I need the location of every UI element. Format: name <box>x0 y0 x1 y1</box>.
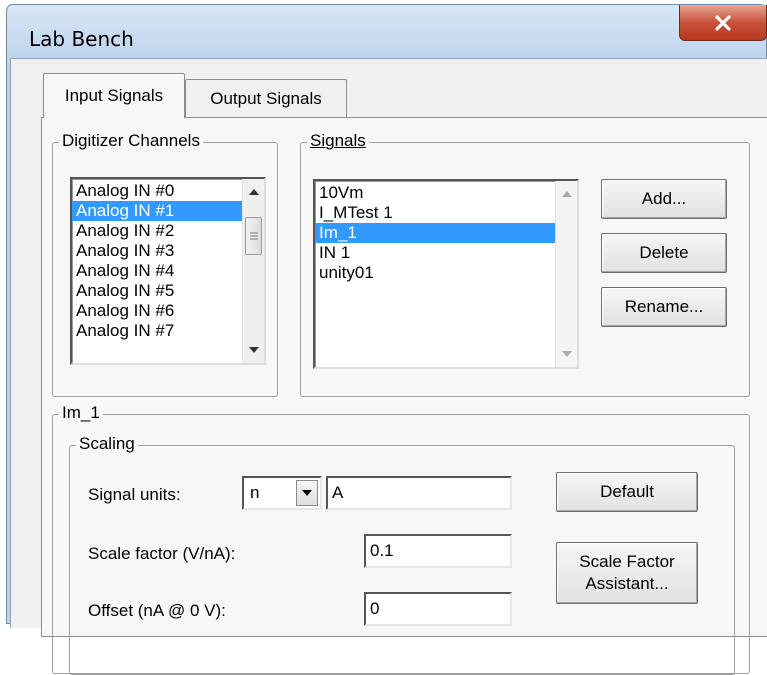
close-button[interactable] <box>679 5 767 41</box>
list-item-signal[interactable]: IN 1 <box>315 243 555 263</box>
signals-group: Signals 10Vm I_MTest 1 Im_1 IN 1 unity01 <box>300 131 750 397</box>
triangle-down-icon <box>562 351 572 357</box>
triangle-up-icon <box>249 189 259 195</box>
close-icon <box>715 14 731 31</box>
units-prefix-select[interactable]: n <box>242 476 322 510</box>
list-item-analog-in-7[interactable]: Analog IN #7 <box>72 321 242 341</box>
digitizer-scrollbar[interactable] <box>242 179 264 363</box>
list-item-signal[interactable]: 10Vm <box>315 183 555 203</box>
chevron-down-icon <box>302 490 312 496</box>
scaling-legend: Scaling <box>76 434 138 454</box>
grip-icon <box>249 232 258 240</box>
units-prefix-value: n <box>250 483 260 502</box>
tab-output-signals-label: Output Signals <box>210 88 322 108</box>
title-bar[interactable]: Lab Bench <box>7 5 767 65</box>
list-item-analog-in-4[interactable]: Analog IN #4 <box>72 261 242 281</box>
list-item-analog-in-0[interactable]: Analog IN #0 <box>72 181 242 201</box>
tab-input-signals-label: Input Signals <box>64 85 164 105</box>
list-item-analog-in-6[interactable]: Analog IN #6 <box>72 301 242 321</box>
dialog-client-area: Input Signals Output Signals Digitizer C… <box>10 58 767 675</box>
window-title: Lab Bench <box>29 27 134 51</box>
offset-label: Offset (nA @ 0 V): <box>88 601 226 620</box>
list-item-signal-selected[interactable]: Im_1 <box>315 223 555 243</box>
digitizer-channels-list[interactable]: Analog IN #0 Analog IN #1 Analog IN #2 A… <box>70 177 266 365</box>
scroll-up-arrow[interactable] <box>556 183 577 205</box>
list-item-signal[interactable]: I_MTest 1 <box>315 203 555 223</box>
signal-settings-group: Im_1 Scaling Signal units: n A Scale fac… <box>52 403 750 675</box>
signals-legend: Signals <box>307 131 369 151</box>
units-prefix-dropdown-button[interactable] <box>296 480 318 506</box>
triangle-up-icon <box>562 191 572 197</box>
list-item-analog-in-1[interactable]: Analog IN #1 <box>72 201 242 221</box>
scale-factor-field[interactable]: 0.1 <box>364 534 512 568</box>
signals-list[interactable]: 10Vm I_MTest 1 Im_1 IN 1 unity01 <box>313 179 579 369</box>
scale-factor-assistant-label-line1: Scale Factor <box>579 552 675 571</box>
digitizer-channels-group: Digitizer Channels Analog IN #0 Analog I… <box>52 131 278 397</box>
rename-signal-button-label: Rename... <box>624 297 704 316</box>
add-signal-button-label: Add... <box>641 189 687 208</box>
list-item-analog-in-2[interactable]: Analog IN #2 <box>72 221 242 241</box>
list-item-analog-in-5[interactable]: Analog IN #5 <box>72 281 242 301</box>
units-field[interactable]: A <box>326 476 512 510</box>
scroll-down-arrow[interactable] <box>556 343 577 365</box>
scroll-thumb[interactable] <box>245 217 262 255</box>
scroll-down-arrow[interactable] <box>243 339 264 361</box>
signal-units-label: Signal units: <box>88 485 181 504</box>
signals-items: 10Vm I_MTest 1 Im_1 IN 1 unity01 <box>315 183 555 283</box>
tab-panel-input-signals: Digitizer Channels Analog IN #0 Analog I… <box>41 117 767 675</box>
default-button-label: Default <box>600 482 654 501</box>
tab-output-signals[interactable]: Output Signals <box>185 79 347 117</box>
add-signal-button[interactable]: Add... <box>601 179 727 219</box>
delete-signal-button[interactable]: Delete <box>601 233 727 273</box>
triangle-down-icon <box>249 347 259 353</box>
scale-factor-assistant-label-line2: Assistant... <box>585 574 669 593</box>
signals-scrollbar[interactable] <box>555 181 577 367</box>
delete-signal-button-label: Delete <box>639 243 689 262</box>
list-item-analog-in-3[interactable]: Analog IN #3 <box>72 241 242 261</box>
scroll-up-arrow[interactable] <box>243 181 264 203</box>
offset-field[interactable]: 0 <box>364 592 512 626</box>
rename-signal-button[interactable]: Rename... <box>601 287 727 327</box>
tab-input-signals[interactable]: Input Signals <box>43 73 185 119</box>
digitizer-items: Analog IN #0 Analog IN #1 Analog IN #2 A… <box>72 181 242 341</box>
scaling-group: Scaling Signal units: n A Scale factor (… <box>69 434 735 675</box>
list-item-signal[interactable]: unity01 <box>315 263 555 283</box>
digitizer-channels-legend: Digitizer Channels <box>59 131 203 151</box>
scale-factor-assistant-button[interactable]: Scale Factor Assistant... <box>556 542 698 604</box>
scale-factor-label: Scale factor (V/nA): <box>88 544 236 563</box>
default-button[interactable]: Default <box>556 472 698 512</box>
signal-settings-legend: Im_1 <box>59 403 103 423</box>
